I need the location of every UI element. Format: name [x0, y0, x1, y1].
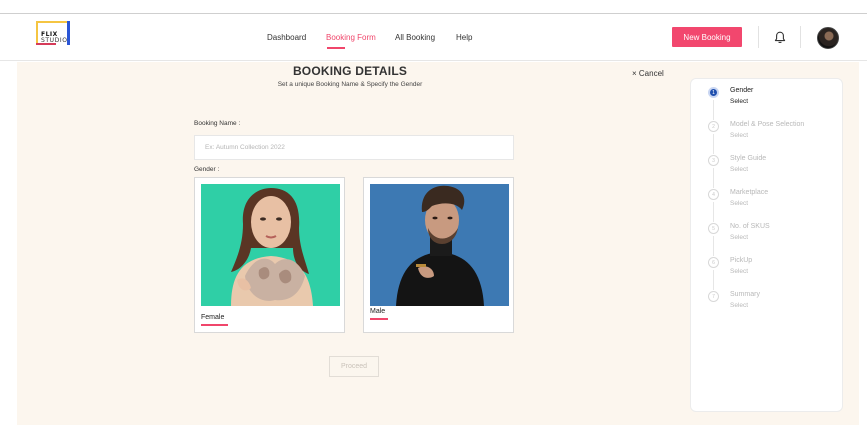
- step-status: Select: [730, 234, 749, 241]
- step-connector: [713, 270, 714, 290]
- step-indicator: 4: [708, 189, 719, 200]
- logo-text: STUDIO: [41, 37, 68, 44]
- step-connector: [713, 202, 714, 222]
- step-connector: [713, 168, 714, 188]
- step-name: Gender: [730, 87, 754, 94]
- gender-option-female[interactable]: Female: [201, 314, 224, 321]
- booking-name-label: Booking Name :: [194, 120, 241, 127]
- booking-name-input[interactable]: [195, 136, 513, 159]
- booking-stepper: 1 Gender Select 2 Model & Pose Selection…: [690, 78, 843, 412]
- step-connector: [713, 134, 714, 154]
- step-name: PickUp: [730, 257, 753, 264]
- gender-card-male[interactable]: Male: [363, 177, 514, 333]
- step-name: No. of SKUS: [730, 223, 770, 230]
- booking-name-field[interactable]: [194, 135, 514, 160]
- step-indicator: 3: [708, 155, 719, 166]
- step-status: Select: [730, 200, 749, 207]
- step-indicator: 6: [708, 257, 719, 268]
- gender-underline: [370, 318, 388, 320]
- step-connector: [713, 100, 714, 120]
- nav-active-underline: [327, 47, 345, 49]
- nav-help[interactable]: Help: [456, 33, 472, 42]
- new-booking-button[interactable]: New Booking: [672, 27, 742, 47]
- bell-icon[interactable]: [774, 31, 786, 44]
- step-status: Select: [730, 302, 749, 309]
- page-title: BOOKING DETAILS: [292, 64, 408, 78]
- user-avatar[interactable]: [817, 27, 839, 49]
- step-name: Marketplace: [730, 189, 769, 196]
- nav-all-booking[interactable]: All Booking: [395, 33, 435, 42]
- page-subtitle: Set a unique Booking Name & Specify the …: [277, 81, 423, 88]
- step-indicator: 5: [708, 223, 719, 234]
- step-indicator: 1: [708, 87, 719, 98]
- nav-dashboard[interactable]: Dashboard: [267, 33, 306, 42]
- proceed-button[interactable]: Proceed: [329, 356, 379, 377]
- gender-option-male[interactable]: Male: [370, 308, 385, 315]
- divider: [800, 26, 801, 48]
- flix-studio-logo[interactable]: FLIX STUDIO: [36, 21, 70, 45]
- gender-card-female[interactable]: Female: [194, 177, 345, 333]
- step-name: Summary: [730, 291, 760, 298]
- top-navbar: FLIX STUDIO Dashboard Booking Form All B…: [0, 14, 867, 61]
- step-status: Select: [730, 98, 749, 105]
- cancel-button[interactable]: × Cancel: [632, 69, 664, 78]
- step-status: Select: [730, 268, 749, 275]
- step-indicator: 7: [708, 291, 719, 302]
- nav-booking-form[interactable]: Booking Form: [326, 33, 376, 42]
- step-status: Select: [730, 166, 749, 173]
- gender-label: Gender :: [194, 166, 220, 173]
- step-name: Style Guide: [730, 155, 767, 162]
- male-model-photo: [370, 184, 509, 306]
- female-model-photo: [201, 184, 340, 306]
- divider: [758, 26, 759, 48]
- step-name: Model & Pose Selection: [730, 121, 805, 128]
- step-status: Select: [730, 132, 749, 139]
- step-connector: [713, 236, 714, 256]
- step-indicator: 2: [708, 121, 719, 132]
- selected-underline: [201, 324, 228, 326]
